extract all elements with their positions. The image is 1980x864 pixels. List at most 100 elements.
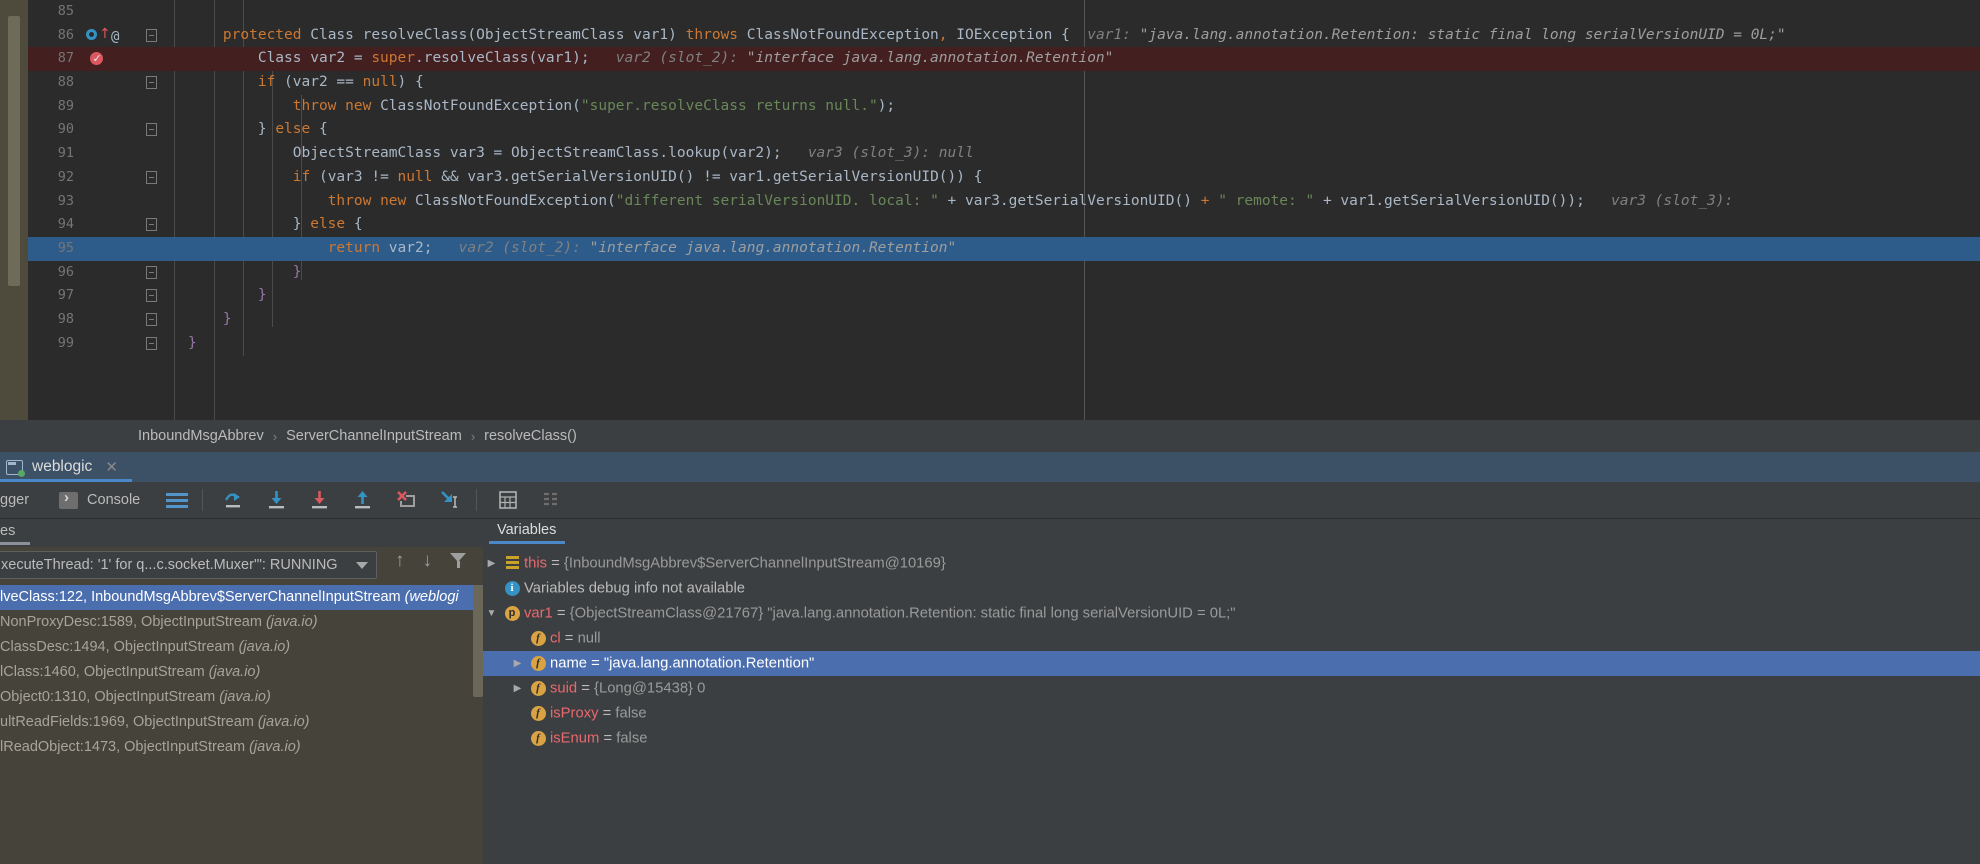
code-line[interactable]: 91 ObjectStreamClass var3 = ObjectStream… <box>28 142 1980 166</box>
editor-vertical-scrollbar[interactable] <box>8 16 20 286</box>
chevron-down-icon[interactable] <box>356 561 368 569</box>
fold-marker[interactable] <box>136 24 170 48</box>
fold-marker[interactable] <box>136 261 170 285</box>
variable-row[interactable]: f cl = null <box>483 626 1980 651</box>
code-line[interactable]: 92 if (var3 != null && var3.getSerialVer… <box>28 166 1980 190</box>
code-area[interactable]: 85 86 ↑ @ protected Class resolveClass(Obje… <box>28 0 1980 440</box>
frame-row[interactable]: lClass:1460, ObjectInputStream (java.io) <box>0 660 483 685</box>
variable-row[interactable]: ▶ f name = "java.lang.annotation.Retention… <box>483 651 1980 676</box>
fold-marker[interactable] <box>136 166 170 190</box>
gutter-icons[interactable] <box>84 95 136 119</box>
frame-down-icon[interactable]: ↓ <box>423 551 433 570</box>
variable-row[interactable]: ▼ p var1 = {ObjectStreamClass@21767} "java… <box>483 601 1980 626</box>
breadcrumb-separator-icon: › <box>470 428 476 444</box>
thread-selector[interactable]: xecuteThread: '1' for q...c.socket.Muxer… <box>0 551 377 579</box>
variable-row[interactable]: f isEnum = false <box>483 726 1980 751</box>
fold-marker[interactable] <box>136 190 170 214</box>
gutter-icons[interactable]: ↑ @ <box>84 24 136 48</box>
variables-panel[interactable]: Variables ▶ this = {InboundMsgAbbrev$Serv… <box>483 519 1980 864</box>
fold-marker[interactable] <box>136 118 170 142</box>
run-to-cursor-icon[interactable] <box>438 489 462 511</box>
code-line[interactable]: 90 } else { <box>28 118 1980 142</box>
gutter-icons[interactable] <box>84 166 136 190</box>
gutter-icons[interactable] <box>84 213 136 237</box>
gutter-icons[interactable] <box>84 308 136 332</box>
gutter-icons[interactable] <box>84 190 136 214</box>
expand-triangle-icon[interactable]: ▶ <box>483 551 500 576</box>
breadcrumb-item-method[interactable]: resolveClass() <box>484 428 577 444</box>
expand-triangle-icon[interactable]: ▶ <box>509 651 526 676</box>
tab-debugger[interactable]: gger <box>0 492 29 508</box>
variables-tree[interactable]: ▶ this = {InboundMsgAbbrev$ServerChannelI… <box>483 551 1980 864</box>
breadcrumb-item-inner-class[interactable]: ServerChannelInputStream <box>286 428 462 444</box>
fold-marker[interactable] <box>136 237 170 261</box>
variable-row[interactable]: i Variables debug info not available <box>483 576 1980 601</box>
step-over-icon[interactable] <box>223 489 247 511</box>
collapse-triangle-icon[interactable]: ▼ <box>483 601 500 626</box>
tab-console[interactable]: Console <box>59 489 140 509</box>
step-out-icon[interactable] <box>352 489 376 511</box>
code-line[interactable]: 99} <box>28 332 1980 356</box>
gutter-icons[interactable] <box>84 0 136 24</box>
expand-triangle-icon[interactable]: ▶ <box>509 676 526 701</box>
evaluate-expression-icon[interactable] <box>497 489 521 511</box>
fold-marker[interactable] <box>136 95 170 119</box>
step-into-icon[interactable] <box>266 489 290 511</box>
frame-row[interactable]: lveClass:122, InboundMsgAbbrev$ServerCha… <box>0 585 483 610</box>
fold-marker[interactable] <box>136 142 170 166</box>
force-step-into-icon[interactable] <box>309 489 333 511</box>
gutter-icons[interactable] <box>84 118 136 142</box>
code-line[interactable]: 97 } <box>28 284 1980 308</box>
frame-row[interactable]: NonProxyDesc:1589, ObjectInputStream (ja… <box>0 610 483 635</box>
code-text: ObjectStreamClass var3 = ObjectStreamCla… <box>188 145 974 162</box>
settings-icon[interactable] <box>540 489 564 511</box>
frame-row[interactable]: ultReadFields:1969, ObjectInputStream (j… <box>0 710 483 735</box>
session-tab-weblogic[interactable]: weblogic ✕ <box>0 452 132 482</box>
filter-icon[interactable] <box>450 552 467 569</box>
fold-marker[interactable] <box>136 213 170 237</box>
breadcrumb-item-class[interactable]: InboundMsgAbbrev <box>138 428 264 444</box>
gutter-icons[interactable] <box>84 142 136 166</box>
fold-marker[interactable] <box>136 0 170 24</box>
frames-panel[interactable]: es xecuteThread: '1' for q...c.socket.Mu… <box>0 519 483 864</box>
fold-marker[interactable] <box>136 332 170 356</box>
code-line[interactable]: 98 } <box>28 308 1980 332</box>
gutter-icons[interactable] <box>84 284 136 308</box>
code-editor[interactable]: 85 86 ↑ @ protected Class resolveClass(Obje… <box>0 0 1980 452</box>
code-line[interactable]: 85 <box>28 0 1980 24</box>
gutter-icons[interactable] <box>84 261 136 285</box>
gutter-icons[interactable] <box>84 47 136 71</box>
frame-up-icon[interactable]: ↑ <box>395 551 405 570</box>
frame-row[interactable]: lReadObject:1473, ObjectInputStream (jav… <box>0 735 483 760</box>
code-line[interactable]: 93 throw new ClassNotFoundException("dif… <box>28 190 1980 214</box>
code-line[interactable]: 95 return var2; var2 (slot_2): "interfac… <box>28 236 1980 261</box>
code-text: protected Class resolveClass(ObjectStrea… <box>222 26 1786 43</box>
breadcrumb[interactable]: InboundMsgAbbrev › ServerChannelInputStr… <box>0 420 1980 452</box>
variable-row[interactable]: ▶ this = {InboundMsgAbbrev$ServerChannelI… <box>483 551 1980 576</box>
code-line[interactable]: 94 } else { <box>28 213 1980 237</box>
drop-frame-icon[interactable] <box>395 489 419 511</box>
fold-marker[interactable] <box>136 47 170 71</box>
code-line[interactable]: 88 if (var2 == null) { <box>28 71 1980 95</box>
variable-row[interactable]: f isProxy = false <box>483 701 1980 726</box>
variable-name: name <box>550 655 588 672</box>
hamburger-icon[interactable] <box>166 492 189 508</box>
frame-row[interactable]: Object0:1310, ObjectInputStream (java.io… <box>0 685 483 710</box>
gutter-icons[interactable] <box>84 237 136 261</box>
frames-list[interactable]: lveClass:122, InboundMsgAbbrev$ServerCha… <box>0 585 483 864</box>
code-line[interactable]: 96 } <box>28 261 1980 285</box>
code-line[interactable]: 87 Class var2 = super.resolveClass(var1)… <box>28 47 1980 71</box>
gutter-icons[interactable] <box>84 71 136 95</box>
fold-marker[interactable] <box>136 308 170 332</box>
variable-row[interactable]: ▶ f suid = {Long@15438} 0 <box>483 676 1980 701</box>
code-line[interactable]: 89 throw new ClassNotFoundException("sup… <box>28 95 1980 119</box>
close-icon[interactable]: ✕ <box>105 458 118 476</box>
tab-variables[interactable]: Variables <box>489 522 565 544</box>
gutter-icons[interactable] <box>84 332 136 356</box>
fold-marker[interactable] <box>136 71 170 95</box>
fold-marker[interactable] <box>136 284 170 308</box>
tab-frames[interactable]: es <box>0 523 30 545</box>
frame-row[interactable]: ClassDesc:1494, ObjectInputStream (java.… <box>0 635 483 660</box>
frames-scrollbar[interactable] <box>473 585 483 697</box>
code-line[interactable]: 86 ↑ @ protected Class resolveClass(Object… <box>28 24 1980 48</box>
